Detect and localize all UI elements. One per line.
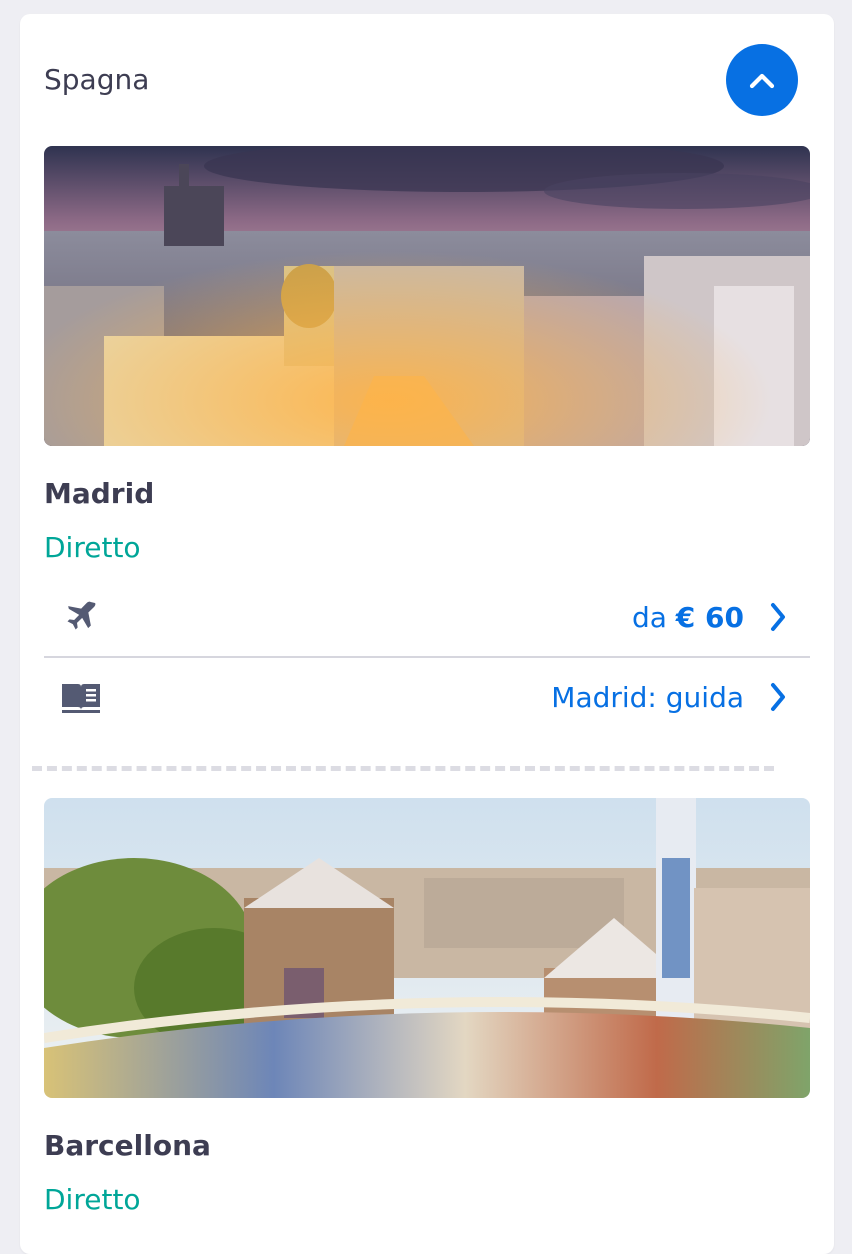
destination-name[interactable]: Barcellona	[44, 1129, 211, 1162]
collapse-button[interactable]	[726, 44, 798, 116]
chevron-right-icon	[770, 602, 786, 632]
destination-barcellona: Barcellona Diretto	[44, 798, 810, 1254]
card-header: Spagna	[44, 14, 798, 146]
destination-name[interactable]: Madrid	[44, 477, 154, 510]
direct-flight-tag: Diretto	[44, 531, 141, 564]
guide-label: Madrid: guida	[551, 680, 744, 714]
price-value: € 60	[675, 600, 744, 634]
flight-price-link[interactable]: da € 60	[44, 578, 810, 656]
direct-flight-tag: Diretto	[44, 1183, 141, 1216]
destination-madrid: Madrid Diretto da € 60 Madrid: guida	[44, 146, 810, 776]
price-prefix: da	[631, 600, 667, 634]
barcellona-photo[interactable]	[44, 798, 810, 1098]
country-title: Spagna	[44, 63, 150, 96]
book-icon	[60, 680, 102, 714]
destination-country-card: Spagna Madrid Diretto da € 60 Madrid: gu…	[20, 14, 834, 1254]
chevron-up-icon	[749, 73, 775, 89]
destination-separator	[32, 766, 774, 771]
madrid-photo[interactable]	[44, 146, 810, 446]
airplane-icon	[60, 597, 100, 637]
flight-price: da € 60	[632, 601, 744, 634]
chevron-right-icon	[770, 682, 786, 712]
city-guide-link[interactable]: Madrid: guida	[44, 658, 810, 736]
